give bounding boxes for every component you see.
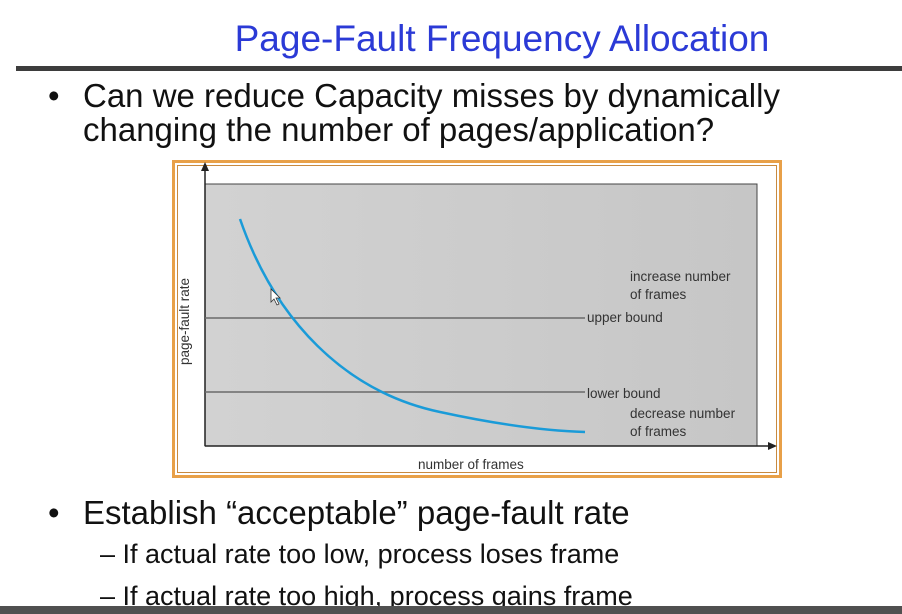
increase-frames-label-line-2: of frames <box>630 287 687 302</box>
y-axis-arrow-icon <box>201 162 209 171</box>
decrease-frames-label-line-1: decrease number <box>630 406 736 421</box>
bullet-text: Establish “acceptable” page-fault rate <box>83 494 630 531</box>
decrease-frames-label-line-2: of frames <box>630 424 687 439</box>
bottom-bar <box>0 606 902 614</box>
increase-frames-label-line-1: increase number <box>630 269 731 284</box>
y-axis-label: page-fault rate <box>177 278 192 365</box>
slide: Page-Fault Frequency Allocation • Can we… <box>0 0 902 614</box>
lower-bound-label: lower bound <box>587 386 661 401</box>
bullet-dot: • <box>48 494 60 531</box>
sub-bullet-too-low: – If actual rate too low, process loses … <box>100 539 620 569</box>
x-axis-label: number of frames <box>418 457 524 472</box>
x-axis-arrow-icon <box>768 442 777 450</box>
upper-bound-label: upper bound <box>587 310 663 325</box>
